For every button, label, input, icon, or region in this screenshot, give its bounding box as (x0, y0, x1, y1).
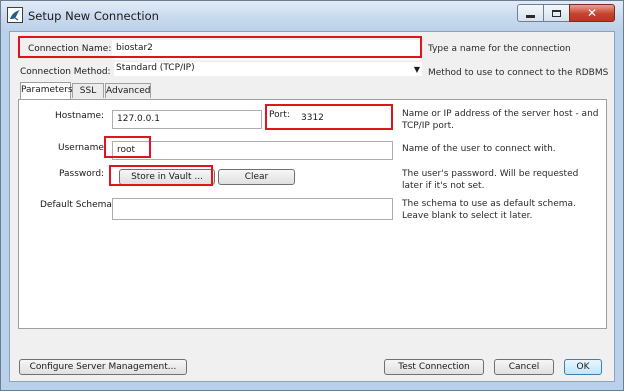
connection-method-hint: Method to use to connect to the RDBMS (428, 68, 609, 78)
port-input[interactable]: 3312 (296, 109, 390, 128)
close-icon: ✕ (586, 6, 598, 20)
tab-ssl[interactable]: SSL (72, 83, 104, 98)
username-hint: Name of the user to connect with. (402, 144, 556, 154)
hostname-label: Hostname: (55, 111, 105, 121)
mysql-dolphin-icon (7, 7, 23, 23)
password-hint-line1: The user's password. Will be requested (402, 169, 579, 179)
configure-server-management-button[interactable]: Configure Server Management... (19, 359, 187, 375)
test-connection-button[interactable]: Test Connection (384, 359, 484, 375)
tab-parameters[interactable]: Parameters (20, 82, 73, 99)
dialog-window: Setup New Connection ✕ Connection Name: … (0, 0, 624, 391)
connection-method-label: Connection Method: (20, 67, 111, 77)
default-schema-input[interactable] (112, 198, 393, 220)
maximize-button[interactable] (543, 4, 570, 22)
username-input[interactable]: root (112, 141, 393, 160)
connection-name-label: Connection Name: (28, 44, 112, 54)
default-schema-hint: The schema to use as default schema. Lea… (402, 198, 576, 222)
parameters-panel: Hostname: 127.0.0.1 Port: 3312 Name or I… (18, 99, 607, 329)
tab-advanced[interactable]: Advanced (105, 83, 151, 98)
host-port-hint-line2: TCP/IP port. (402, 121, 454, 131)
close-button[interactable]: ✕ (569, 4, 615, 22)
minimize-button[interactable] (517, 4, 544, 22)
connection-method-select[interactable]: Standard (TCP/IP) ▼ (114, 62, 422, 76)
dialog-body: Connection Name: biostar2 Type a name fo… (9, 31, 615, 382)
port-label: Port: (269, 110, 290, 120)
password-hint: The user's password. Will be requested l… (402, 168, 578, 192)
default-schema-label: Default Schema: (40, 200, 115, 210)
connection-method-value: Standard (TCP/IP) (116, 63, 195, 73)
window-title: Setup New Connection (28, 9, 159, 23)
host-port-hint-line1: Name or IP address of the server host - … (402, 109, 599, 119)
default-schema-hint-line2: Leave blank to select it later. (402, 211, 533, 221)
maximize-icon (552, 9, 561, 17)
hostname-input[interactable]: 127.0.0.1 (112, 110, 262, 129)
password-hint-line2: later if it's not set. (402, 181, 485, 191)
password-label: Password: (59, 169, 105, 179)
chevron-down-icon: ▼ (413, 65, 420, 74)
minimize-icon (526, 14, 535, 18)
connection-name-input[interactable]: biostar2 (112, 40, 420, 60)
host-port-hint: Name or IP address of the server host - … (402, 108, 599, 132)
title-bar[interactable]: Setup New Connection ✕ (1, 1, 623, 31)
username-label: Username: (58, 143, 107, 153)
ok-button[interactable]: OK (564, 359, 602, 375)
default-schema-hint-line1: The schema to use as default schema. (402, 199, 576, 209)
store-in-vault-button[interactable]: Store in Vault ... (119, 169, 215, 185)
clear-password-button[interactable]: Clear (218, 169, 295, 185)
connection-name-hint: Type a name for the connection (428, 44, 571, 54)
cancel-button[interactable]: Cancel (494, 359, 554, 375)
